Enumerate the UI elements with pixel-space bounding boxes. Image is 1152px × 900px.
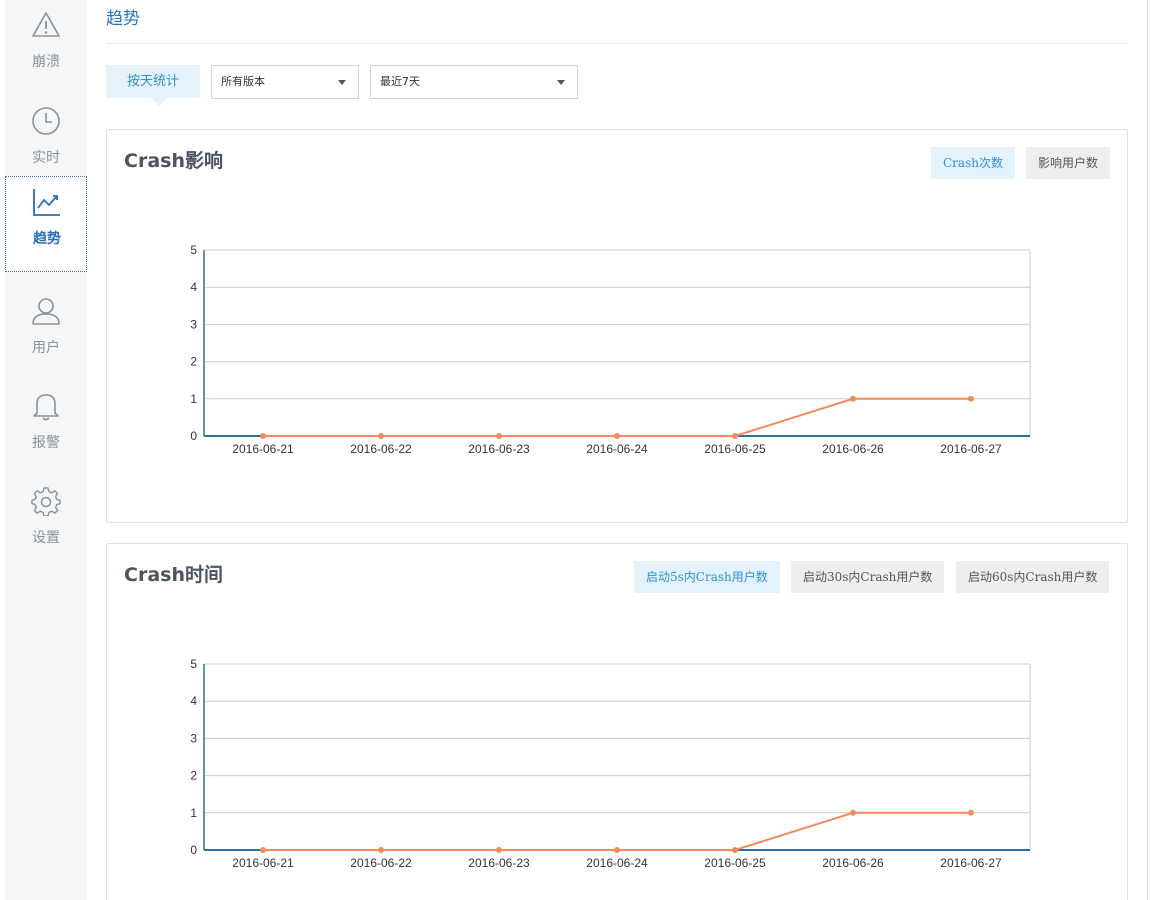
data-point — [850, 809, 856, 816]
page-title: 趋势 — [106, 9, 140, 29]
clock-icon — [32, 107, 60, 135]
sidebar-item-users[interactable]: 用户 — [5, 286, 87, 382]
crash-time-chart: 0 1 2 3 4 5 2016-06-21 2016-06-22 2016-06-23 2016… — [190, 657, 1031, 870]
data-point — [732, 433, 738, 439]
app-root: 崩溃 实时 趋势 用户 报警 设置 趋势 按天统计 所有版本 最近7天 Cras… — [0, 0, 1152, 900]
y-tick-label: 0 — [190, 843, 197, 857]
x-tick-label: 2016-06-25 — [704, 442, 766, 456]
y-tick-label: 2 — [190, 355, 197, 369]
series-line — [263, 397, 971, 437]
data-point — [378, 847, 384, 853]
x-tick-label: 2016-06-25 — [704, 856, 766, 870]
version-select-value: 所有版本 — [221, 75, 265, 88]
window-edge — [1147, 0, 1148, 900]
data-point — [968, 395, 974, 402]
data-point — [260, 847, 266, 853]
bell-icon — [33, 394, 59, 421]
y-tick-label: 2 — [190, 769, 197, 783]
y-tick-label: 3 — [190, 317, 197, 331]
sidebar-item-label: 崩溃 — [32, 54, 60, 70]
x-tick-label: 2016-06-21 — [232, 856, 294, 870]
x-tick-label: 2016-06-26 — [822, 856, 884, 870]
data-point — [614, 433, 620, 439]
x-tick-label: 2016-06-26 — [822, 442, 884, 456]
data-point — [496, 847, 502, 853]
x-tick-label: 2016-06-27 — [940, 856, 1002, 870]
date-range-select-value: 最近7天 — [380, 75, 420, 88]
sidebar-item-label: 趋势 — [33, 231, 61, 247]
warning-icon — [32, 12, 60, 37]
x-tick-label: 2016-06-23 — [468, 856, 530, 870]
crash-impact-chart: 0 1 2 3 4 5 2016-06-21 2016-06-22 2016-06-23 2016… — [190, 243, 1031, 456]
y-tick-label: 4 — [190, 694, 197, 708]
x-tick-label: 2016-06-24 — [586, 442, 648, 456]
x-tick-label: 2016-06-23 — [468, 442, 530, 456]
x-tick-label: 2016-06-22 — [350, 856, 412, 870]
user-icon — [32, 298, 60, 325]
by-day-filter-button[interactable]: 按天统计 — [106, 65, 200, 106]
gear-icon — [31, 487, 61, 516]
active-pointer — [151, 98, 167, 106]
y-tick-label: 3 — [190, 731, 197, 745]
by-day-filter-label: 按天统计 — [126, 74, 179, 89]
sidebar-item-crash[interactable]: 崩溃 — [5, 0, 87, 96]
sidebar-item-label: 实时 — [32, 150, 60, 166]
y-tick-label: 5 — [190, 657, 197, 671]
data-point — [968, 809, 974, 816]
sidebar-item-alerts[interactable]: 报警 — [5, 381, 87, 477]
crash-time-panel: Crash时间 启动5s内Crash用户数 启动30s内Crash用户数 启动6… — [106, 543, 1128, 900]
data-point — [614, 847, 620, 853]
x-tick-label: 2016-06-27 — [940, 442, 1002, 456]
series-line — [263, 811, 971, 851]
sidebar-item-label: 用户 — [32, 340, 60, 356]
x-tick-label: 2016-06-21 — [232, 442, 294, 456]
data-point — [496, 433, 502, 439]
title-divider — [106, 43, 1128, 44]
y-tick-label: 4 — [190, 280, 197, 294]
sidebar-item-label: 报警 — [32, 435, 60, 451]
sidebar-item-label: 设置 — [32, 530, 60, 546]
y-tick-label: 1 — [190, 392, 197, 406]
crash-impact-panel: Crash影响 Crash次数 影响用户数 0 1 2 3 4 5 2016-06-21 20… — [106, 129, 1128, 523]
trend-chart-icon — [33, 189, 60, 216]
version-select[interactable]: 所有版本 — [211, 65, 359, 99]
data-point — [850, 395, 856, 402]
y-tick-label: 1 — [190, 806, 197, 820]
chevron-down-icon — [557, 80, 565, 85]
sidebar: 崩溃 实时 趋势 用户 报警 设置 — [5, 0, 87, 900]
x-tick-label: 2016-06-22 — [350, 442, 412, 456]
data-point — [732, 847, 738, 853]
date-range-select[interactable]: 最近7天 — [370, 65, 578, 99]
x-tick-label: 2016-06-24 — [586, 856, 648, 870]
sidebar-item-settings[interactable]: 设置 — [5, 476, 87, 572]
data-point — [260, 433, 266, 439]
data-point — [378, 433, 384, 439]
y-tick-label: 0 — [190, 429, 197, 443]
y-tick-label: 5 — [190, 243, 197, 257]
sidebar-item-trend[interactable]: 趋势 — [5, 176, 87, 272]
chevron-down-icon — [338, 80, 346, 85]
